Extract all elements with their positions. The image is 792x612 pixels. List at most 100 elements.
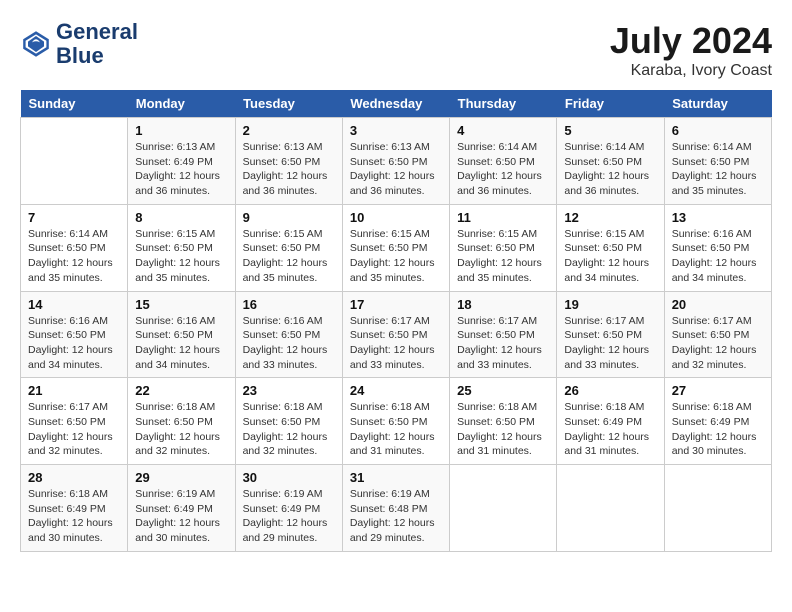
day-cell: 2 Sunrise: 6:13 AM Sunset: 6:50 PM Daylig… (235, 118, 342, 205)
day-info: Sunrise: 6:18 AM Sunset: 6:49 PM Dayligh… (672, 400, 764, 459)
day-number: 31 (350, 470, 442, 485)
day-cell (664, 465, 771, 552)
header-cell-friday: Friday (557, 90, 664, 118)
day-cell: 22 Sunrise: 6:18 AM Sunset: 6:50 PM Dayli… (128, 378, 235, 465)
day-number: 1 (135, 123, 227, 138)
day-cell: 6 Sunrise: 6:14 AM Sunset: 6:50 PM Daylig… (664, 118, 771, 205)
day-number: 30 (243, 470, 335, 485)
day-cell (557, 465, 664, 552)
page-header: General Blue July 2024 Karaba, Ivory Coa… (20, 20, 772, 80)
day-info: Sunrise: 6:14 AM Sunset: 6:50 PM Dayligh… (672, 140, 764, 199)
header-cell-thursday: Thursday (450, 90, 557, 118)
day-number: 29 (135, 470, 227, 485)
day-cell: 14Sunrise: 6:16 AM Sunset: 6:50 PM Dayli… (21, 291, 128, 378)
day-cell: 29 Sunrise: 6:19 AM Sunset: 6:49 PM Dayli… (128, 465, 235, 552)
day-info: Sunrise: 6:19 AM Sunset: 6:48 PM Dayligh… (350, 487, 442, 546)
header-cell-sunday: Sunday (21, 90, 128, 118)
day-number: 9 (243, 210, 335, 225)
day-cell: 17 Sunrise: 6:17 AM Sunset: 6:50 PM Dayli… (342, 291, 449, 378)
calendar-header: SundayMondayTuesdayWednesdayThursdayFrid… (21, 90, 772, 118)
day-info: Sunrise: 6:14 AM Sunset: 6:50 PM Dayligh… (28, 227, 120, 286)
month-year: July 2024 (610, 20, 772, 62)
day-number: 24 (350, 383, 442, 398)
day-number: 14 (28, 297, 120, 312)
header-cell-tuesday: Tuesday (235, 90, 342, 118)
day-cell: 7 Sunrise: 6:14 AM Sunset: 6:50 PM Daylig… (21, 204, 128, 291)
header-row: SundayMondayTuesdayWednesdayThursdayFrid… (21, 90, 772, 118)
day-info: Sunrise: 6:17 AM Sunset: 6:50 PM Dayligh… (350, 314, 442, 373)
day-cell: 27 Sunrise: 6:18 AM Sunset: 6:49 PM Dayli… (664, 378, 771, 465)
day-number: 17 (350, 297, 442, 312)
day-cell: 25 Sunrise: 6:18 AM Sunset: 6:50 PM Dayli… (450, 378, 557, 465)
day-number: 4 (457, 123, 549, 138)
day-info: Sunrise: 6:13 AM Sunset: 6:50 PM Dayligh… (350, 140, 442, 199)
week-row-5: 28 Sunrise: 6:18 AM Sunset: 6:49 PM Dayli… (21, 465, 772, 552)
day-cell: 3 Sunrise: 6:13 AM Sunset: 6:50 PM Daylig… (342, 118, 449, 205)
day-info: Sunrise: 6:18 AM Sunset: 6:49 PM Dayligh… (28, 487, 120, 546)
day-info: Sunrise: 6:15 AM Sunset: 6:50 PM Dayligh… (564, 227, 656, 286)
day-cell: 23 Sunrise: 6:18 AM Sunset: 6:50 PM Dayli… (235, 378, 342, 465)
day-cell: 13 Sunrise: 6:16 AM Sunset: 6:50 PM Dayli… (664, 204, 771, 291)
day-number: 18 (457, 297, 549, 312)
day-number: 2 (243, 123, 335, 138)
day-info: Sunrise: 6:18 AM Sunset: 6:50 PM Dayligh… (243, 400, 335, 459)
calendar-body: 1 Sunrise: 6:13 AM Sunset: 6:49 PM Daylig… (21, 118, 772, 552)
day-number: 19 (564, 297, 656, 312)
logo: General Blue (20, 20, 138, 68)
day-number: 28 (28, 470, 120, 485)
header-cell-monday: Monday (128, 90, 235, 118)
day-cell: 8 Sunrise: 6:15 AM Sunset: 6:50 PM Daylig… (128, 204, 235, 291)
day-cell (450, 465, 557, 552)
day-number: 5 (564, 123, 656, 138)
day-info: Sunrise: 6:15 AM Sunset: 6:50 PM Dayligh… (243, 227, 335, 286)
header-cell-saturday: Saturday (664, 90, 771, 118)
title-block: July 2024 Karaba, Ivory Coast (610, 20, 772, 80)
day-info: Sunrise: 6:16 AM Sunset: 6:50 PM Dayligh… (243, 314, 335, 373)
day-number: 21 (28, 383, 120, 398)
day-number: 25 (457, 383, 549, 398)
day-cell: 19Sunrise: 6:17 AM Sunset: 6:50 PM Dayli… (557, 291, 664, 378)
day-cell: 16Sunrise: 6:16 AM Sunset: 6:50 PM Dayli… (235, 291, 342, 378)
day-info: Sunrise: 6:17 AM Sunset: 6:50 PM Dayligh… (672, 314, 764, 373)
day-number: 22 (135, 383, 227, 398)
day-cell: 4 Sunrise: 6:14 AM Sunset: 6:50 PM Daylig… (450, 118, 557, 205)
logo-icon (20, 28, 52, 60)
day-info: Sunrise: 6:19 AM Sunset: 6:49 PM Dayligh… (135, 487, 227, 546)
day-info: Sunrise: 6:16 AM Sunset: 6:50 PM Dayligh… (672, 227, 764, 286)
day-number: 26 (564, 383, 656, 398)
day-cell: 20Sunrise: 6:17 AM Sunset: 6:50 PM Dayli… (664, 291, 771, 378)
day-info: Sunrise: 6:17 AM Sunset: 6:50 PM Dayligh… (28, 400, 120, 459)
day-info: Sunrise: 6:15 AM Sunset: 6:50 PM Dayligh… (135, 227, 227, 286)
day-number: 6 (672, 123, 764, 138)
day-number: 10 (350, 210, 442, 225)
day-number: 27 (672, 383, 764, 398)
day-info: Sunrise: 6:13 AM Sunset: 6:49 PM Dayligh… (135, 140, 227, 199)
day-number: 11 (457, 210, 549, 225)
day-cell: 10Sunrise: 6:15 AM Sunset: 6:50 PM Dayli… (342, 204, 449, 291)
day-info: Sunrise: 6:14 AM Sunset: 6:50 PM Dayligh… (457, 140, 549, 199)
day-info: Sunrise: 6:17 AM Sunset: 6:50 PM Dayligh… (457, 314, 549, 373)
day-info: Sunrise: 6:18 AM Sunset: 6:50 PM Dayligh… (457, 400, 549, 459)
day-cell: 18 Sunrise: 6:17 AM Sunset: 6:50 PM Dayli… (450, 291, 557, 378)
day-cell: 21 Sunrise: 6:17 AM Sunset: 6:50 PM Dayli… (21, 378, 128, 465)
day-cell: 15Sunrise: 6:16 AM Sunset: 6:50 PM Dayli… (128, 291, 235, 378)
day-cell: 5 Sunrise: 6:14 AM Sunset: 6:50 PM Daylig… (557, 118, 664, 205)
day-number: 3 (350, 123, 442, 138)
day-info: Sunrise: 6:18 AM Sunset: 6:50 PM Dayligh… (350, 400, 442, 459)
day-cell: 11Sunrise: 6:15 AM Sunset: 6:50 PM Dayli… (450, 204, 557, 291)
day-info: Sunrise: 6:14 AM Sunset: 6:50 PM Dayligh… (564, 140, 656, 199)
day-number: 23 (243, 383, 335, 398)
day-info: Sunrise: 6:18 AM Sunset: 6:50 PM Dayligh… (135, 400, 227, 459)
day-number: 15 (135, 297, 227, 312)
header-cell-wednesday: Wednesday (342, 90, 449, 118)
day-cell: 1 Sunrise: 6:13 AM Sunset: 6:49 PM Daylig… (128, 118, 235, 205)
week-row-1: 1 Sunrise: 6:13 AM Sunset: 6:49 PM Daylig… (21, 118, 772, 205)
day-number: 13 (672, 210, 764, 225)
day-number: 8 (135, 210, 227, 225)
day-cell: 12Sunrise: 6:15 AM Sunset: 6:50 PM Dayli… (557, 204, 664, 291)
day-info: Sunrise: 6:13 AM Sunset: 6:50 PM Dayligh… (243, 140, 335, 199)
day-number: 7 (28, 210, 120, 225)
day-info: Sunrise: 6:19 AM Sunset: 6:49 PM Dayligh… (243, 487, 335, 546)
day-cell (21, 118, 128, 205)
week-row-2: 7 Sunrise: 6:14 AM Sunset: 6:50 PM Daylig… (21, 204, 772, 291)
